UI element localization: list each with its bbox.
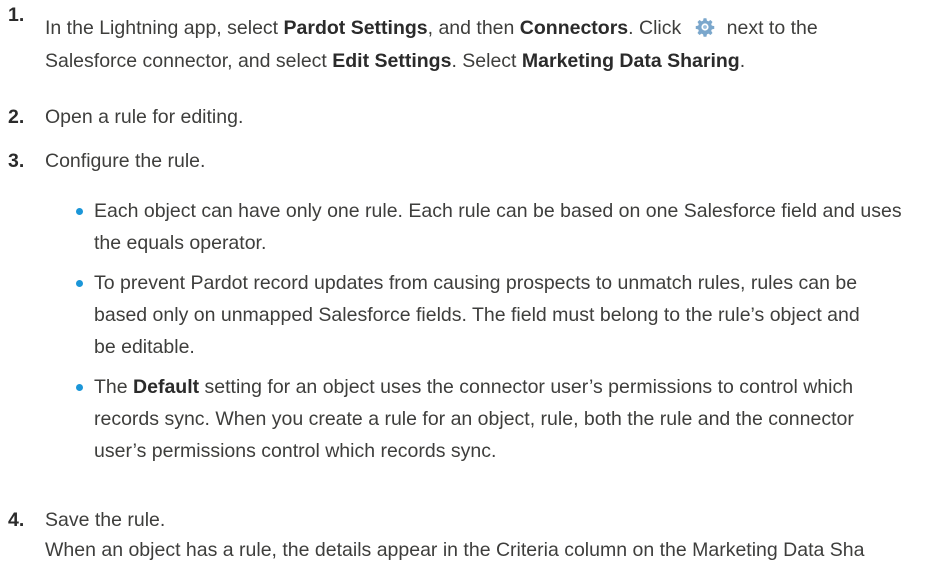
bullet-line: To prevent Pardot record updates from ca… [94,272,858,294]
bullet-line: user’s permissions control which records… [94,440,497,462]
step-number: 2. [8,106,25,128]
ui-label-edit-settings: Edit Settings [332,50,452,72]
step-1-line-2: Salesforce connector, and select Edit Se… [45,50,746,72]
step-2: 2. Open a rule for editing. [8,102,952,132]
step-text: Save the rule. [45,509,166,531]
bullet-icon [76,208,83,215]
bullet-line: the equals operator. [94,232,267,254]
bullet-icon [76,384,83,391]
bullet-icon [76,280,83,287]
bullet-line: be editable. [94,336,195,358]
step-4: 4. Save the rule. When an object has a r… [8,505,952,569]
step-1: 1. In the Lightning app, select Pardot S… [8,0,952,92]
ui-label-pardot-settings: Pardot Settings [283,17,428,39]
ui-label-connectors: Connectors [519,17,629,39]
step-3: 3. Configure the rule. Each object can h… [8,146,952,486]
gear-icon [695,16,715,46]
step-1-line-1: In the Lightning app, select Pardot Sett… [45,13,818,46]
bullet-line: based only on unmapped Salesforce fields… [94,304,860,326]
step-number: 3. [8,150,25,172]
bullet-line: Each object can have only one rule. Each… [94,200,902,222]
step-note: When an object has a rule, the details a… [45,539,865,561]
step-text: Configure the rule. [45,150,206,172]
bullet-line: records sync. When you create a rule for… [94,408,854,430]
bullet-line: The Default setting for an object uses t… [94,376,854,398]
step-number: 1. [8,4,25,26]
step-number: 4. [8,509,25,531]
ui-label-default: Default [133,376,200,398]
step-text: Open a rule for editing. [45,106,244,128]
ui-label-marketing-data-sharing: Marketing Data Sharing [521,50,740,72]
